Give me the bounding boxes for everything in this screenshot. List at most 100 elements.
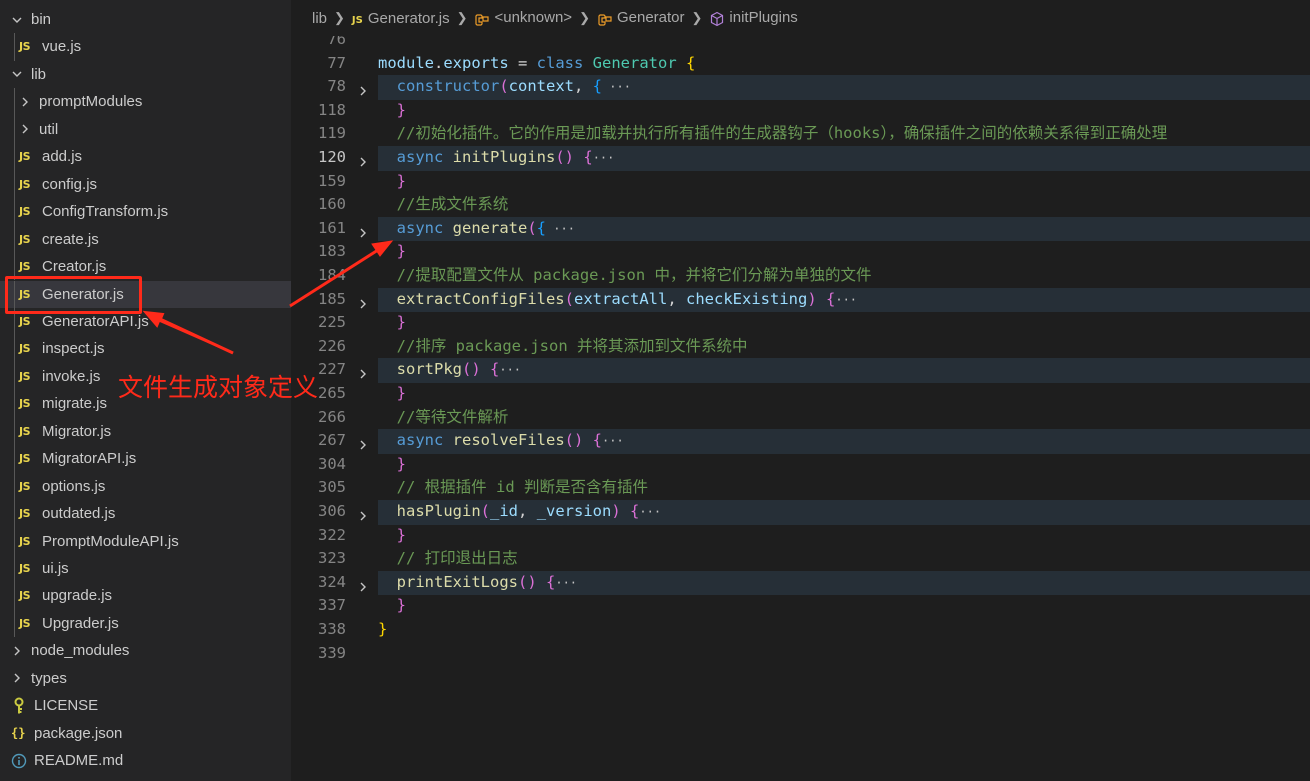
code-line[interactable]: 118 } — [291, 99, 1310, 123]
file-item-configtransform-js[interactable]: JS ConfigTransform.js — [0, 198, 291, 226]
breadcrumb-symbol-class[interactable]: Generator — [597, 9, 685, 26]
folder-item-util[interactable]: util — [0, 115, 291, 144]
tree-item-label: lib — [31, 65, 47, 83]
license-key-icon — [11, 697, 27, 715]
breadcrumb-file[interactable]: JS Generator.js — [352, 10, 450, 27]
js-file-icon: JS — [19, 177, 31, 191]
file-item-options-js[interactable]: JS options.js — [0, 472, 291, 501]
code-line[interactable]: 160 //生成文件系统 — [291, 193, 1310, 217]
code-text: // 打印退出日志 — [396, 549, 518, 568]
file-item-license[interactable]: LICENSE — [0, 692, 291, 719]
file-item-migratorapi-js[interactable]: JS MigratorAPI.js — [0, 445, 291, 473]
indent-guide — [14, 527, 15, 555]
code-line[interactable]: 159 } — [291, 170, 1310, 194]
indent-guide — [14, 225, 15, 254]
code-line[interactable]: 226 //排序 package.json 并将其添加到文件系统中 — [291, 335, 1310, 359]
js-file-icon: JS — [19, 507, 31, 521]
tree-item-label: upgrade.js — [42, 587, 113, 605]
code-line[interactable]: 306 hasPlugin(_id, _version) {··· — [291, 500, 1310, 525]
file-item-config-js[interactable]: JS config.js — [0, 170, 291, 199]
chevron-right-icon: ❯ — [691, 10, 703, 25]
js-file-icon: JS — [351, 14, 363, 26]
file-item-create-js[interactable]: JS create.js — [0, 225, 291, 254]
js-file-icon: JS — [19, 452, 31, 466]
code-line[interactable]: 161 async generate({ ··· — [291, 216, 1310, 242]
code-text: async generate({ ··· — [378, 216, 1310, 242]
code-text: // 根据插件 id 判断是否含有插件 — [396, 478, 648, 497]
fold-chevron-icon[interactable] — [357, 152, 369, 167]
line-number: 338 — [318, 620, 346, 638]
code-text: //等待文件解析 — [396, 407, 509, 426]
breadcrumb-symbol3-label: initPlugins — [729, 9, 798, 27]
file-item-add-js[interactable]: JS add.js — [0, 143, 291, 171]
js-file-icon: JS — [19, 314, 31, 328]
fold-chevron-icon[interactable] — [357, 294, 369, 309]
chevron-down-icon — [11, 14, 23, 26]
folder-item-bin[interactable]: bin — [0, 6, 291, 33]
js-file-icon: JS — [19, 342, 31, 356]
fold-chevron-icon[interactable] — [357, 577, 369, 592]
code-line[interactable]: 267 async resolveFiles() {··· — [291, 429, 1310, 454]
line-number: 323 — [318, 549, 346, 568]
code-line[interactable]: 227 sortPkg() {··· — [291, 358, 1310, 383]
code-text: } — [396, 525, 407, 544]
code-line[interactable]: 76 — [291, 36, 1310, 52]
code-line[interactable]: 225 } — [291, 311, 1310, 335]
folder-item-promptmodules[interactable]: promptModules — [0, 88, 291, 116]
indent-guide — [14, 582, 15, 610]
fold-chevron-icon[interactable] — [357, 506, 369, 521]
fold-chevron-icon[interactable] — [357, 364, 369, 379]
code-line[interactable]: 184 //提取配置文件从 package.json 中，并将它们分解为单独的文… — [291, 264, 1310, 288]
breadcrumb-symbol1-label: <unknown> — [494, 9, 573, 27]
code-line[interactable]: 324 printExitLogs() {··· — [291, 570, 1310, 596]
file-item-upgrader-js[interactable]: JS Upgrader.js — [0, 609, 291, 638]
code-line[interactable]: 78 constructor(context, { ··· — [291, 75, 1310, 100]
code-text: module.exports = class Generator { — [378, 53, 696, 72]
breadcrumb-folder[interactable]: lib — [312, 10, 327, 27]
file-item-vue-js[interactable]: JS vue.js — [0, 33, 291, 61]
code-line[interactable]: 185 extractConfigFiles(extractAll, check… — [291, 287, 1310, 313]
breadcrumb-symbol-unknown[interactable]: <unknown> — [474, 9, 572, 26]
code-line[interactable]: 338} — [291, 618, 1310, 642]
code-line[interactable]: 339 — [291, 642, 1310, 666]
fold-chevron-icon[interactable] — [357, 435, 369, 450]
code-area[interactable]: 76 77 module.exports = class Generator {78… — [291, 36, 1310, 781]
file-item-readme-md[interactable]: README.md — [0, 747, 291, 774]
code-line[interactable]: 120 async initPlugins() {··· — [291, 146, 1310, 171]
tree-item-label: bin — [31, 11, 52, 28]
code-line[interactable]: 265 } — [291, 382, 1310, 406]
tree-item-label: outdated.js — [42, 505, 116, 523]
file-item-outdated-js[interactable]: JS outdated.js — [0, 500, 291, 528]
code-line[interactable]: 305 // 根据插件 id 判断是否含有插件 — [291, 476, 1310, 500]
code-text: } — [396, 100, 407, 119]
fold-chevron-icon[interactable] — [357, 223, 369, 238]
breadcrumb-symbol-method[interactable]: initPlugins — [709, 9, 798, 27]
code-line[interactable]: 322 } — [291, 524, 1310, 548]
line-number: 76 — [327, 36, 346, 48]
line-number: 322 — [318, 525, 346, 544]
folder-item-types[interactable]: types — [0, 665, 291, 692]
indent-guide — [14, 362, 15, 391]
file-item-package-json[interactable]: {} package.json — [0, 720, 291, 747]
code-line[interactable]: 266 //等待文件解析 — [291, 406, 1310, 430]
file-item-migrator-js[interactable]: JS Migrator.js — [0, 417, 291, 446]
annotation-label: 文件生成对象定义 — [118, 373, 319, 402]
tree-item-label: options.js — [42, 477, 106, 495]
folder-item-lib[interactable]: lib — [0, 61, 291, 88]
fold-chevron-icon[interactable] — [357, 81, 369, 96]
code-line[interactable]: 77 module.exports = class Generator { — [291, 52, 1310, 76]
file-item-promptmoduleapi-js[interactable]: JS PromptModuleAPI.js — [0, 527, 291, 555]
code-line[interactable]: 323 // 打印退出日志 — [291, 547, 1310, 571]
file-item-inspect-js[interactable]: JS inspect.js — [0, 335, 291, 363]
code-line[interactable]: 304 } — [291, 453, 1310, 477]
file-item-upgrade-js[interactable]: JS upgrade.js — [0, 582, 291, 610]
breadcrumb-symbol2-label: Generator — [616, 9, 685, 27]
code-line[interactable]: 183 } — [291, 240, 1310, 264]
code-line[interactable]: 119 //初始化插件。它的作用是加载并执行所有插件的生成器钩子（hooks），… — [291, 122, 1310, 146]
folder-item-node-modules[interactable]: node_modules — [0, 637, 291, 664]
code-line[interactable]: 337 } — [291, 594, 1310, 618]
js-file-icon: JS — [19, 150, 31, 164]
file-item-ui-js[interactable]: JS ui.js — [0, 555, 291, 583]
indent-guide — [14, 115, 15, 144]
line-number: 183 — [318, 242, 346, 261]
